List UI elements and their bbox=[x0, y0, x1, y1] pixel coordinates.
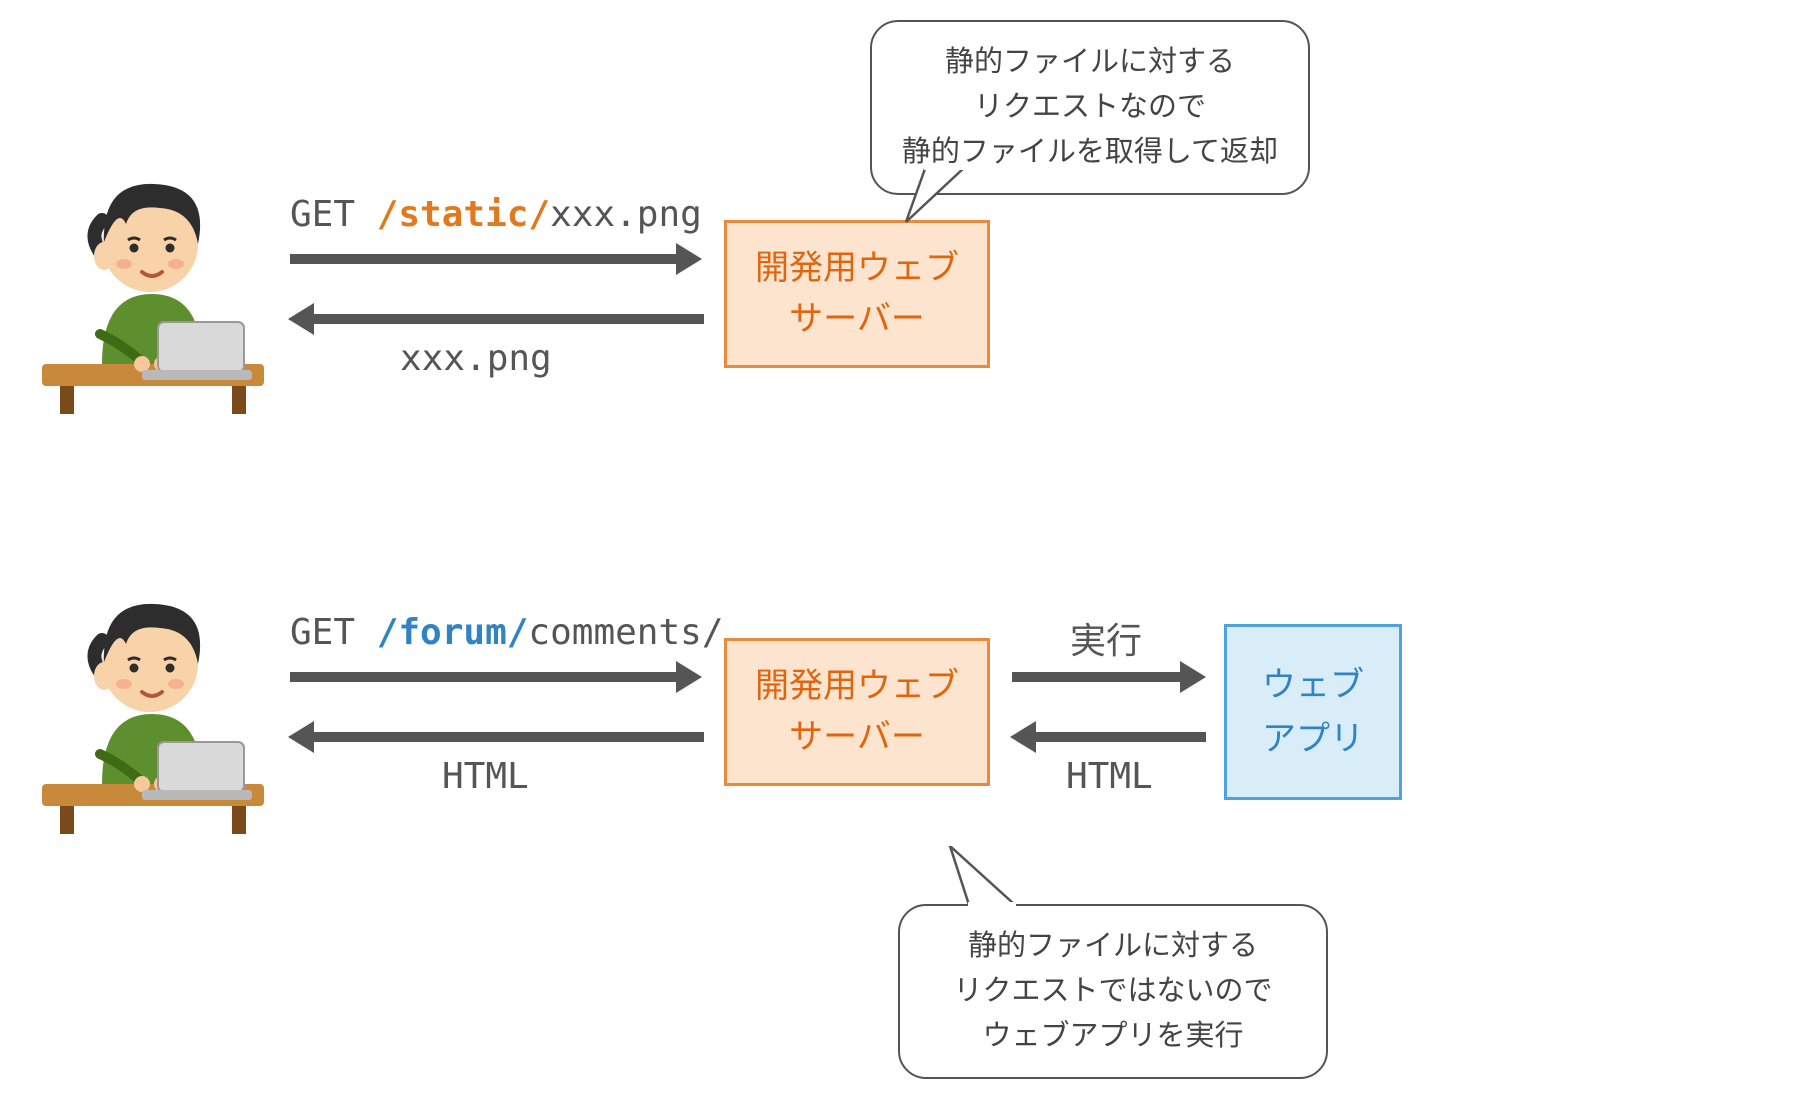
bubble-dynamic-exec: 静的ファイルに対する リクエストではないので ウェブアプリを実行 bbox=[898, 904, 1328, 1079]
request-label-2: GET /forum/comments/ bbox=[290, 612, 724, 653]
arrow-request-2 bbox=[290, 672, 678, 682]
bubble-tail-1 bbox=[900, 166, 970, 226]
user-illustration-2 bbox=[42, 584, 264, 834]
arrowhead-exec-response bbox=[1010, 721, 1036, 753]
arrow-request-1 bbox=[290, 254, 678, 264]
dev-web-server-2: 開発用ウェブ サーバー bbox=[724, 638, 990, 786]
arrowhead-exec bbox=[1180, 661, 1206, 693]
arrowhead-response-1 bbox=[288, 303, 314, 335]
dev-web-server-1: 開発用ウェブ サーバー bbox=[724, 220, 990, 368]
exec-label: 実行 bbox=[1070, 612, 1142, 664]
response-label-2: HTML bbox=[442, 756, 529, 797]
arrow-response-2 bbox=[312, 732, 704, 742]
user-illustration bbox=[42, 164, 264, 414]
exec-response-label: HTML bbox=[1066, 756, 1153, 797]
arrow-response-1 bbox=[312, 314, 704, 324]
arrow-exec-response bbox=[1034, 732, 1206, 742]
request-label-1: GET /static/xxx.png bbox=[290, 194, 702, 235]
arrow-exec bbox=[1012, 672, 1182, 682]
bubble-tail-2 bbox=[940, 846, 1020, 910]
arrowhead-request-1 bbox=[676, 243, 702, 275]
web-app-box: ウェブ アプリ bbox=[1224, 624, 1402, 800]
arrowhead-response-2 bbox=[288, 721, 314, 753]
arrowhead-request-2 bbox=[676, 661, 702, 693]
response-label-1: xxx.png bbox=[400, 338, 552, 379]
